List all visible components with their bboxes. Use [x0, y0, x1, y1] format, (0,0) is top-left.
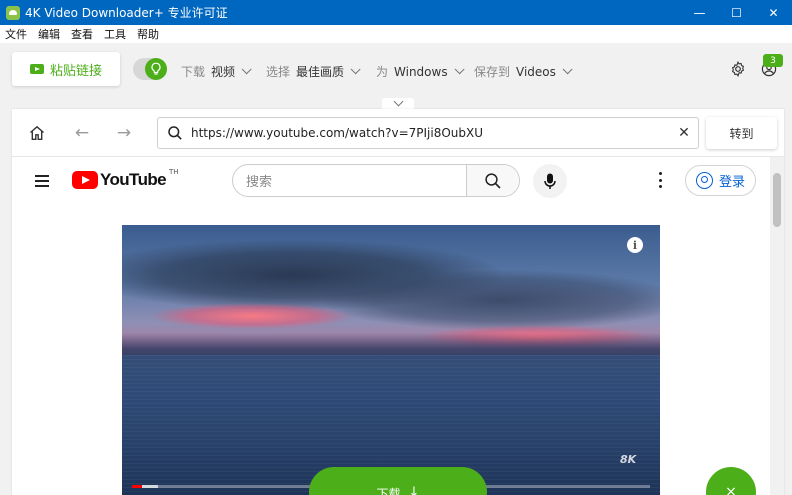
video-icon — [29, 64, 44, 74]
youtube-search-input[interactable]: 搜索 — [233, 165, 466, 196]
save-location-prefix: 保存到 — [474, 65, 511, 79]
youtube-logo-text: YouTube — [100, 170, 167, 189]
platform-value: Windows — [394, 64, 448, 79]
page-scrollbar[interactable] — [770, 157, 784, 495]
menu-edit[interactable]: 编辑 — [38, 26, 60, 42]
platform-prefix: 为 — [376, 65, 389, 79]
video-played-bar — [132, 485, 143, 488]
smart-mode-toggle[interactable] — [133, 58, 167, 80]
video-cloud — [322, 270, 660, 330]
youtube-signin-button[interactable]: 登录 — [685, 165, 756, 196]
platform-dropdown[interactable]: 为 Windows — [376, 63, 465, 80]
gear-icon[interactable] — [730, 60, 746, 78]
chevron-down-icon — [562, 64, 573, 75]
lightbulb-icon — [145, 58, 167, 80]
paste-link-label: 粘贴链接 — [49, 63, 102, 79]
url-text: https://www.youtube.com/watch?v=7PIji8Ou… — [191, 126, 484, 140]
video-buffered-bar — [142, 485, 158, 488]
youtube-page: YouTube TH 搜索 登录 i 8K — [12, 157, 768, 495]
quality-prefix: 选择 — [266, 65, 291, 79]
download-type-value: 视频 — [211, 65, 236, 79]
youtube-region-code: TH — [169, 168, 179, 176]
forward-icon[interactable]: → — [114, 123, 134, 143]
search-icon — [485, 172, 501, 189]
url-field[interactable]: https://www.youtube.com/watch?v=7PIji8Ou… — [157, 117, 699, 149]
quality-dropdown[interactable]: 选择 最佳画质 — [266, 63, 361, 80]
clear-url-icon[interactable]: ✕ — [670, 125, 698, 141]
notification-badge: 3 — [763, 54, 783, 67]
youtube-play-icon — [72, 171, 98, 189]
window-title: 4K Video Downloader+ 专业许可证 — [25, 6, 228, 20]
save-location-value: Videos — [516, 64, 556, 79]
chevron-down-icon — [241, 64, 252, 75]
download-type-prefix: 下载 — [181, 65, 206, 79]
maximize-button[interactable]: ☐ — [718, 0, 755, 25]
hamburger-menu-icon[interactable] — [35, 175, 49, 187]
menu-tools[interactable]: 工具 — [104, 26, 126, 42]
minimize-button[interactable]: — — [681, 0, 718, 25]
browser-panel: ← → https://www.youtube.com/watch?v=7PIj… — [12, 109, 784, 495]
download-button[interactable]: 下载 ↓ — [309, 467, 487, 495]
app-logo-icon — [6, 5, 20, 20]
close-button[interactable]: ✕ — [755, 0, 792, 25]
video-sunset-glow — [152, 303, 352, 329]
browser-nav-bar: ← → https://www.youtube.com/watch?v=7PIj… — [12, 109, 784, 157]
youtube-search-box[interactable]: 搜索 — [232, 164, 520, 197]
toolbar: 粘贴链接 下载 视频 选择 最佳画质 为 Windows 保存到 Videos … — [0, 43, 792, 98]
app-window: 4K Video Downloader+ 专业许可证 — ☐ ✕ 文件 编辑 查… — [0, 0, 792, 495]
menu-bar: 文件 编辑 查看 工具 帮助 — [0, 25, 792, 43]
youtube-logo[interactable]: YouTube TH — [72, 168, 179, 190]
paste-link-button[interactable]: 粘贴链接 — [12, 52, 120, 86]
title-bar: 4K Video Downloader+ 专业许可证 — ☐ ✕ — [0, 0, 792, 25]
quality-value: 最佳画质 — [296, 65, 345, 79]
video-player[interactable]: i 8K — [122, 225, 660, 495]
microphone-icon[interactable] — [533, 164, 567, 198]
home-icon[interactable] — [27, 123, 47, 143]
user-circle-icon — [695, 172, 713, 189]
chevron-down-icon — [350, 64, 361, 75]
download-type-dropdown[interactable]: 下载 视频 — [181, 63, 252, 80]
back-icon[interactable]: ← — [72, 123, 92, 143]
go-button[interactable]: 转到 — [706, 117, 777, 149]
menu-file[interactable]: 文件 — [5, 26, 27, 42]
video-watermark: 8K — [620, 453, 637, 466]
youtube-signin-label: 登录 — [718, 175, 745, 190]
menu-help[interactable]: 帮助 — [137, 26, 159, 42]
search-icon — [167, 125, 183, 141]
more-options-icon[interactable] — [658, 172, 662, 188]
download-arrow-icon: ↓ — [408, 485, 420, 495]
chevron-down-icon — [454, 64, 465, 75]
scrollbar-thumb[interactable] — [773, 173, 781, 227]
download-label: 下载 — [376, 487, 401, 495]
chevron-down-icon — [393, 96, 403, 107]
info-icon[interactable]: i — [627, 237, 643, 253]
youtube-search-button[interactable] — [466, 165, 519, 196]
menu-view[interactable]: 查看 — [71, 26, 93, 42]
window-controls: — ☐ ✕ — [681, 0, 792, 25]
save-location-dropdown[interactable]: 保存到 Videos — [474, 63, 573, 80]
